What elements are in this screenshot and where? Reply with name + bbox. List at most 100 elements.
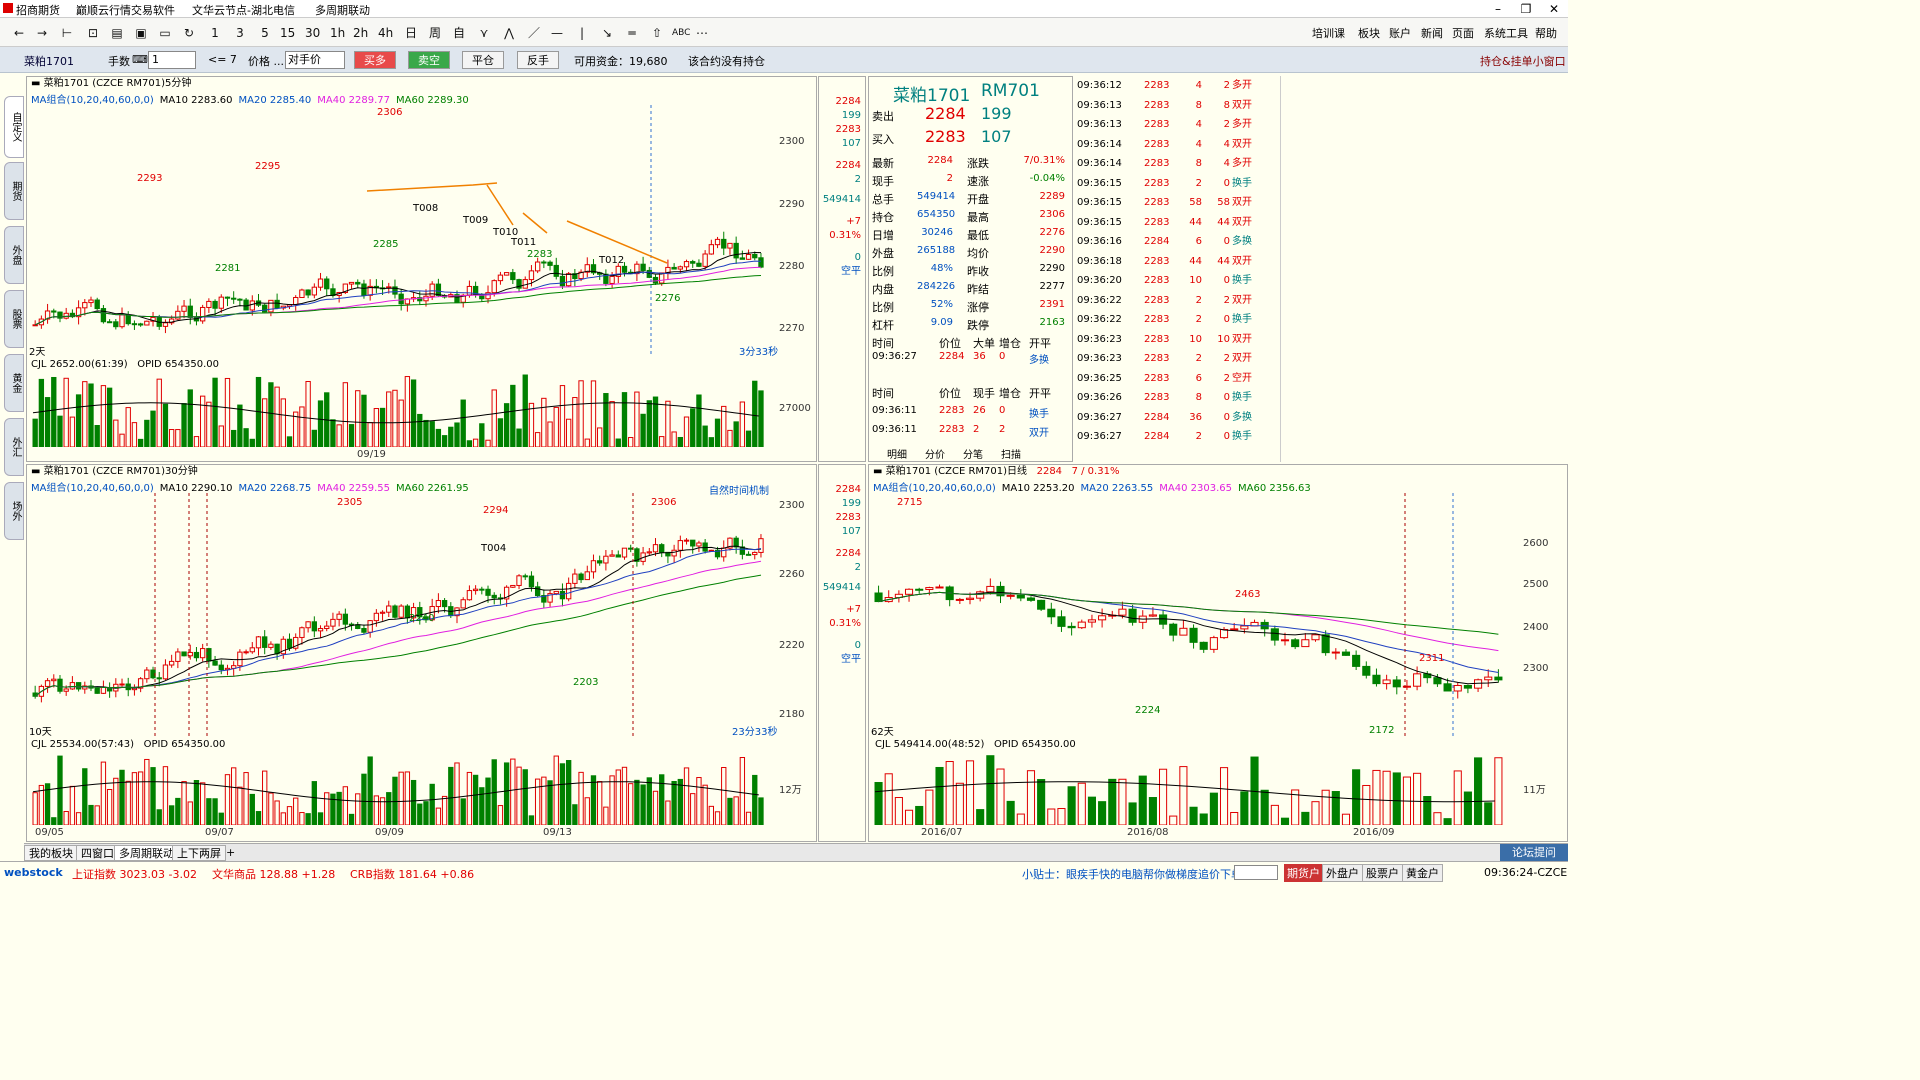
- save-icon[interactable]: ▭: [158, 24, 172, 42]
- close-icon[interactable]: ✕: [1540, 0, 1568, 18]
- period-week[interactable]: 周: [428, 24, 442, 42]
- restore-icon[interactable]: ❐: [1512, 0, 1540, 18]
- tick-row[interactable]: 09:36:14 2283 8 4 多开: [1074, 154, 1280, 174]
- ray-icon[interactable]: ↘: [600, 24, 614, 42]
- account-foreign-button[interactable]: 外盘户: [1322, 864, 1363, 882]
- period-3m[interactable]: 3: [233, 24, 247, 42]
- tab-foreign[interactable]: 外盘: [4, 226, 24, 284]
- tick-row[interactable]: 09:36:18 2283 44 44 双开: [1074, 252, 1280, 272]
- contract-name[interactable]: 菜粕1701: [24, 53, 74, 69]
- hline-icon[interactable]: —: [550, 24, 564, 42]
- text-tool-icon[interactable]: ABC: [672, 24, 690, 42]
- period-2h[interactable]: 2h: [353, 24, 368, 42]
- period-15m[interactable]: 15: [280, 24, 295, 42]
- chart-daily[interactable]: ▬ 菜粕1701 (CZCE RM701)日线 2284 7 / 0.31% M…: [868, 464, 1568, 842]
- tab-my-sectors[interactable]: 我的板块: [24, 845, 78, 861]
- tick-row[interactable]: 09:36:23 2283 2 2 双开: [1074, 349, 1280, 369]
- detail-tab[interactable]: 明细: [887, 446, 907, 461]
- line-icon[interactable]: ／: [527, 24, 541, 42]
- menu-system-tools[interactable]: 系统工具: [1484, 25, 1528, 41]
- minimize-icon[interactable]: –: [1484, 0, 1512, 18]
- account-stock-button[interactable]: 股票户: [1362, 864, 1403, 882]
- sell-short-button[interactable]: 卖空: [408, 51, 450, 69]
- tab-futures[interactable]: 期货: [4, 162, 24, 220]
- chart-5min[interactable]: ▬ 菜粕1701 (CZCE RM701)5分钟 MA组合(10,20,40,6…: [26, 76, 817, 462]
- more-icon[interactable]: ⋯: [695, 24, 709, 42]
- position-window-link[interactable]: 持仓&挂单小窗口: [1480, 53, 1566, 69]
- chart-icon[interactable]: ▤: [110, 24, 124, 42]
- tick-row[interactable]: 09:36:14 2283 4 4 双开: [1074, 135, 1280, 155]
- menu-news[interactable]: 新闻: [1421, 25, 1443, 41]
- tick-row[interactable]: 09:36:22 2283 2 2 双开: [1074, 291, 1280, 311]
- double-up-icon[interactable]: ⋀: [502, 24, 516, 42]
- keyboard-icon[interactable]: ⌨: [132, 53, 148, 66]
- qty-input[interactable]: 1: [148, 51, 196, 69]
- tick-row[interactable]: 09:36:16 2284 6 0 多换: [1074, 232, 1280, 252]
- period-1m[interactable]: 1: [208, 24, 222, 42]
- tick-row[interactable]: 09:36:12 2283 4 2 多开: [1074, 76, 1280, 96]
- menu-multi-period[interactable]: 多周期联动: [315, 2, 370, 18]
- tick-row[interactable]: 09:36:20 2283 10 0 换手: [1074, 271, 1280, 291]
- tick-row[interactable]: 09:36:13 2283 8 8 双开: [1074, 96, 1280, 116]
- detail-tab[interactable]: 分价: [925, 446, 945, 461]
- screenshot-icon[interactable]: ▣: [134, 24, 148, 42]
- account-gold-button[interactable]: 黄金户: [1402, 864, 1443, 882]
- tick-row[interactable]: 09:36:13 2283 4 2 多开: [1074, 115, 1280, 135]
- close-position-button[interactable]: 平仓: [462, 51, 504, 69]
- tab-multi-period[interactable]: 多周期联动: [114, 845, 179, 861]
- tick-row[interactable]: 09:36:26 2283 8 0 换手: [1074, 388, 1280, 408]
- tab-stocks[interactable]: 股票: [4, 290, 24, 348]
- trend-icon[interactable]: ⋎: [477, 24, 491, 42]
- buy-long-button[interactable]: 买多: [354, 51, 396, 69]
- detail-tab[interactable]: 分笔: [963, 446, 983, 461]
- tab-custom[interactable]: 自定义: [4, 96, 24, 158]
- period-custom[interactable]: 自: [452, 24, 466, 42]
- tab-gold[interactable]: 黄金: [4, 354, 24, 412]
- tick-row[interactable]: 09:36:22 2283 2 0 换手: [1074, 310, 1280, 330]
- split-icon[interactable]: ⊡: [86, 24, 100, 42]
- period-1h[interactable]: 1h: [330, 24, 345, 42]
- status-input[interactable]: [1234, 865, 1278, 880]
- tick-row[interactable]: 09:36:25 2283 6 2 空开: [1074, 369, 1280, 389]
- arrow-up-icon[interactable]: ⇧: [650, 24, 664, 42]
- add-tab-button[interactable]: +: [222, 845, 239, 861]
- period-4h[interactable]: 4h: [378, 24, 393, 42]
- menu-sector[interactable]: 板块: [1358, 25, 1380, 41]
- period-5m[interactable]: 5: [258, 24, 272, 42]
- back-icon[interactable]: ←: [12, 24, 26, 42]
- tab-four-windows[interactable]: 四窗口: [76, 845, 119, 861]
- forward-icon[interactable]: →: [35, 24, 49, 42]
- account-futures-button[interactable]: 期货户: [1284, 864, 1323, 882]
- index-sse[interactable]: 上证指数 3023.03 -3.02: [72, 866, 197, 882]
- tick-row[interactable]: 09:36:27 2284 2 0 换手: [1074, 427, 1280, 447]
- channel-icon[interactable]: ═: [625, 24, 639, 42]
- menu-help[interactable]: 帮助: [1535, 25, 1557, 41]
- tip-text[interactable]: 小贴士：眼疾手快的电脑帮你做梯度追价下单: [1022, 866, 1242, 882]
- tick-row[interactable]: 09:36:23 2283 10 10 双开: [1074, 330, 1280, 350]
- forum-question-button[interactable]: 论坛提问: [1500, 844, 1568, 861]
- price-type-select[interactable]: 对手价: [285, 51, 345, 69]
- cursor-icon[interactable]: ⊢: [60, 24, 74, 42]
- tick-row[interactable]: 09:36:27 2284 36 0 多换: [1074, 408, 1280, 428]
- refresh-icon[interactable]: ↻: [182, 24, 196, 42]
- menu-page[interactable]: 页面: [1452, 25, 1474, 41]
- reverse-button[interactable]: 反手: [517, 51, 559, 69]
- tab-otc[interactable]: 场外: [4, 482, 24, 540]
- tick-table[interactable]: 09:36:12 2283 4 2 多开 09:36:13 2283 8 8 双开 09:36:13…: [1074, 76, 1280, 448]
- period-30m[interactable]: 30: [305, 24, 320, 42]
- period-day[interactable]: 日: [404, 24, 418, 42]
- menu-training[interactable]: 培训课: [1312, 25, 1345, 41]
- index-crb[interactable]: CRB指数 181.64 +0.86: [350, 866, 474, 882]
- tab-forex[interactable]: 外汇: [4, 418, 24, 476]
- vline-icon[interactable]: |: [575, 24, 589, 42]
- menu-software[interactable]: 巅顺云行情交易软件: [76, 2, 175, 18]
- detail-tab[interactable]: 扫描: [1001, 446, 1021, 461]
- tick-row[interactable]: 09:36:15 2283 58 58 双开: [1074, 193, 1280, 213]
- tick-row[interactable]: 09:36:15 2283 44 44 双开: [1074, 213, 1280, 233]
- tab-dual-screen[interactable]: 上下两屏: [172, 845, 226, 861]
- index-wenhua[interactable]: 文华商品 128.88 +1.28: [212, 866, 335, 882]
- menu-node[interactable]: 文华云节点-湖北电信: [192, 2, 295, 18]
- menu-account[interactable]: 账户: [1389, 25, 1411, 41]
- chart-30min[interactable]: ▬ 菜粕1701 (CZCE RM701)30分钟 MA组合(10,20,40,…: [26, 464, 817, 842]
- tick-row[interactable]: 09:36:15 2283 2 0 换手: [1074, 174, 1280, 194]
